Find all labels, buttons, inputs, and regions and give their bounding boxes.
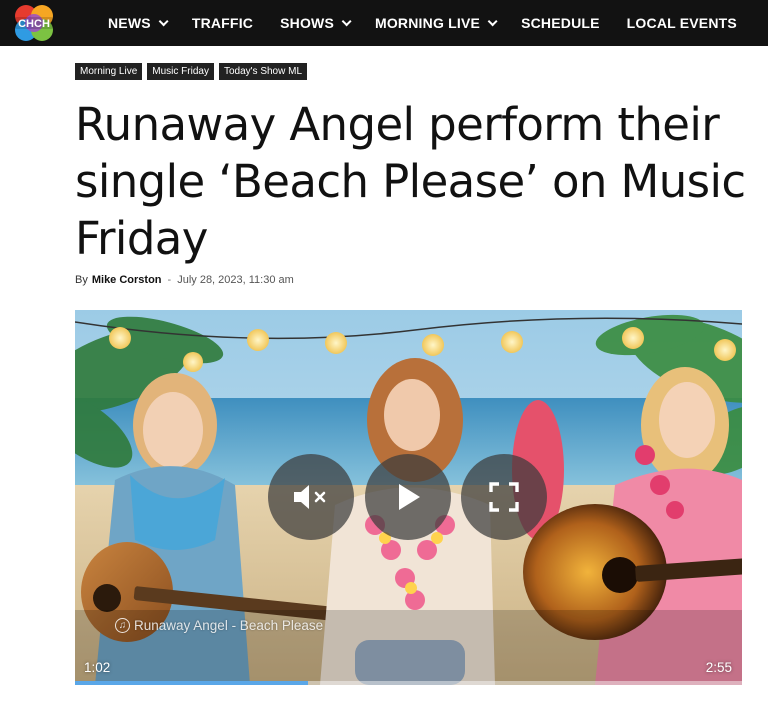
nav-item-label: TRAFFIC [191, 15, 254, 31]
byline-separator: - [167, 274, 172, 286]
nav-item-label: SHOWS [280, 15, 334, 31]
total-duration: 2:55 [705, 660, 732, 675]
article-title: Runaway Angel perform their single ‘Beac… [75, 98, 746, 265]
nav-item-shows[interactable]: SHOWS [280, 15, 352, 31]
category-tags: Morning Live Music Friday Today's Show ML [75, 63, 312, 80]
mute-icon [294, 485, 326, 509]
mute-button[interactable] [268, 454, 354, 540]
track-title: Runaway Angel - Beach Please [134, 618, 324, 633]
chevron-down-icon [341, 15, 352, 26]
elapsed-time: 1:02 [84, 660, 111, 675]
progress-fill [75, 681, 309, 685]
author-link[interactable]: Mike Corston [92, 274, 162, 286]
nav-item-label: NEWS [108, 15, 151, 31]
chch-logo[interactable]: CHCH [12, 3, 56, 43]
top-nav: CHCH NEWS TRAFFIC SHOWS MORNING LIVE SCHEDUL… [0, 0, 768, 46]
fullscreen-icon [489, 482, 519, 512]
video-player[interactable]: ♫ Runaway Angel - Beach Please 1:02 2:55 [75, 310, 742, 685]
nav-item-schedule[interactable]: SCHEDULE [521, 15, 600, 31]
category-tag[interactable]: Today's Show ML [218, 63, 308, 80]
music-note-icon: ♫ [115, 618, 130, 633]
progress-bar[interactable] [75, 681, 742, 685]
nav-item-traffic[interactable]: TRAFFIC [192, 15, 253, 31]
category-tag[interactable]: Music Friday [147, 63, 214, 80]
publish-date: July 28, 2023, 11:30 am [177, 274, 294, 286]
main-nav: NEWS TRAFFIC SHOWS MORNING LIVE SCHEDULE LOCA… [108, 0, 764, 46]
chevron-down-icon [158, 15, 169, 26]
play-button[interactable] [365, 454, 451, 540]
nav-item-morning-live[interactable]: MORNING LIVE [374, 15, 498, 31]
category-tag[interactable]: Morning Live [75, 63, 143, 80]
nav-item-local-events[interactable]: LOCAL EVENTS [627, 15, 737, 31]
nav-item-news[interactable]: NEWS [108, 15, 169, 31]
logo-text: CHCH [18, 18, 50, 30]
nav-item-label: SCHEDULE [521, 15, 600, 31]
track-label: ♫ Runaway Angel - Beach Please [115, 618, 323, 633]
byline: By Mike Corston - July 28, 2023, 11:30 a… [75, 274, 294, 286]
nav-item-label: MORNING LIVE [374, 15, 481, 31]
chevron-down-icon [487, 15, 498, 26]
nav-item-label: LOCAL EVENTS [626, 15, 737, 31]
fullscreen-button[interactable] [461, 454, 547, 540]
play-icon [399, 484, 420, 510]
byline-prefix: By [75, 274, 88, 286]
